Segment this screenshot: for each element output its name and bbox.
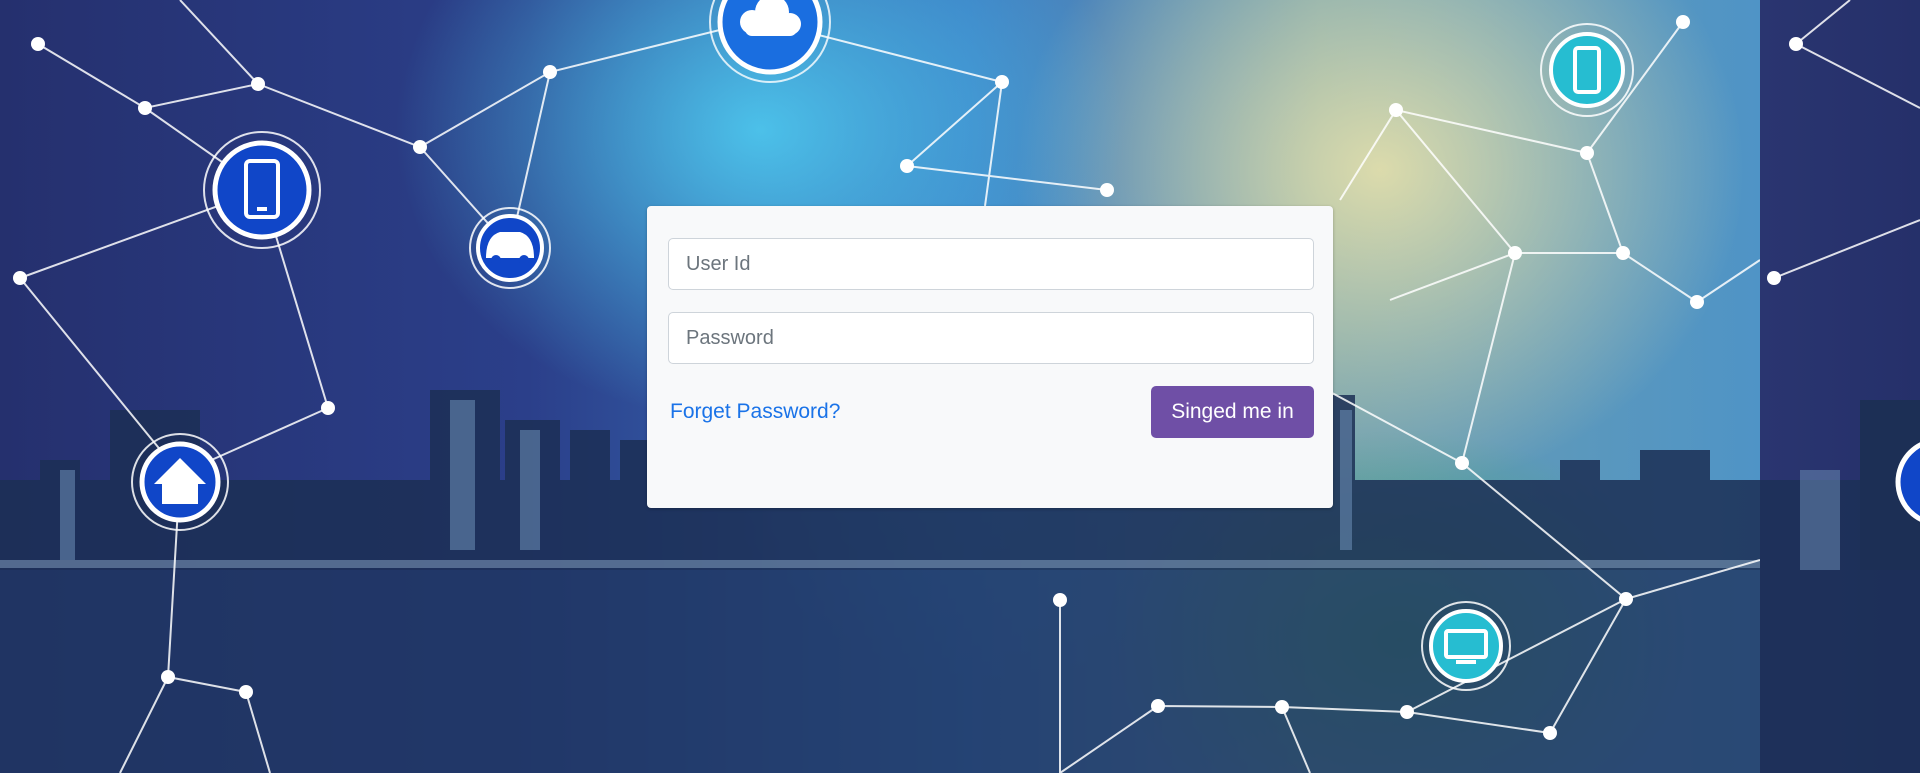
forgot-password-link[interactable]: Forget Password? — [668, 400, 840, 424]
login-card: Forget Password? Singed me in — [647, 206, 1333, 508]
monitor-icon — [1421, 601, 1511, 691]
password-input[interactable] — [668, 312, 1314, 364]
user-id-input[interactable] — [668, 238, 1314, 290]
smartphone-icon — [1540, 23, 1634, 117]
home-icon — [131, 433, 229, 531]
sign-in-button[interactable]: Singed me in — [1151, 386, 1314, 438]
car-icon — [469, 207, 551, 289]
cloud-icon — [709, 0, 831, 83]
background-image-repeat — [1760, 0, 1920, 773]
login-actions-row: Forget Password? Singed me in — [668, 386, 1314, 438]
smartphone-icon — [203, 131, 321, 249]
